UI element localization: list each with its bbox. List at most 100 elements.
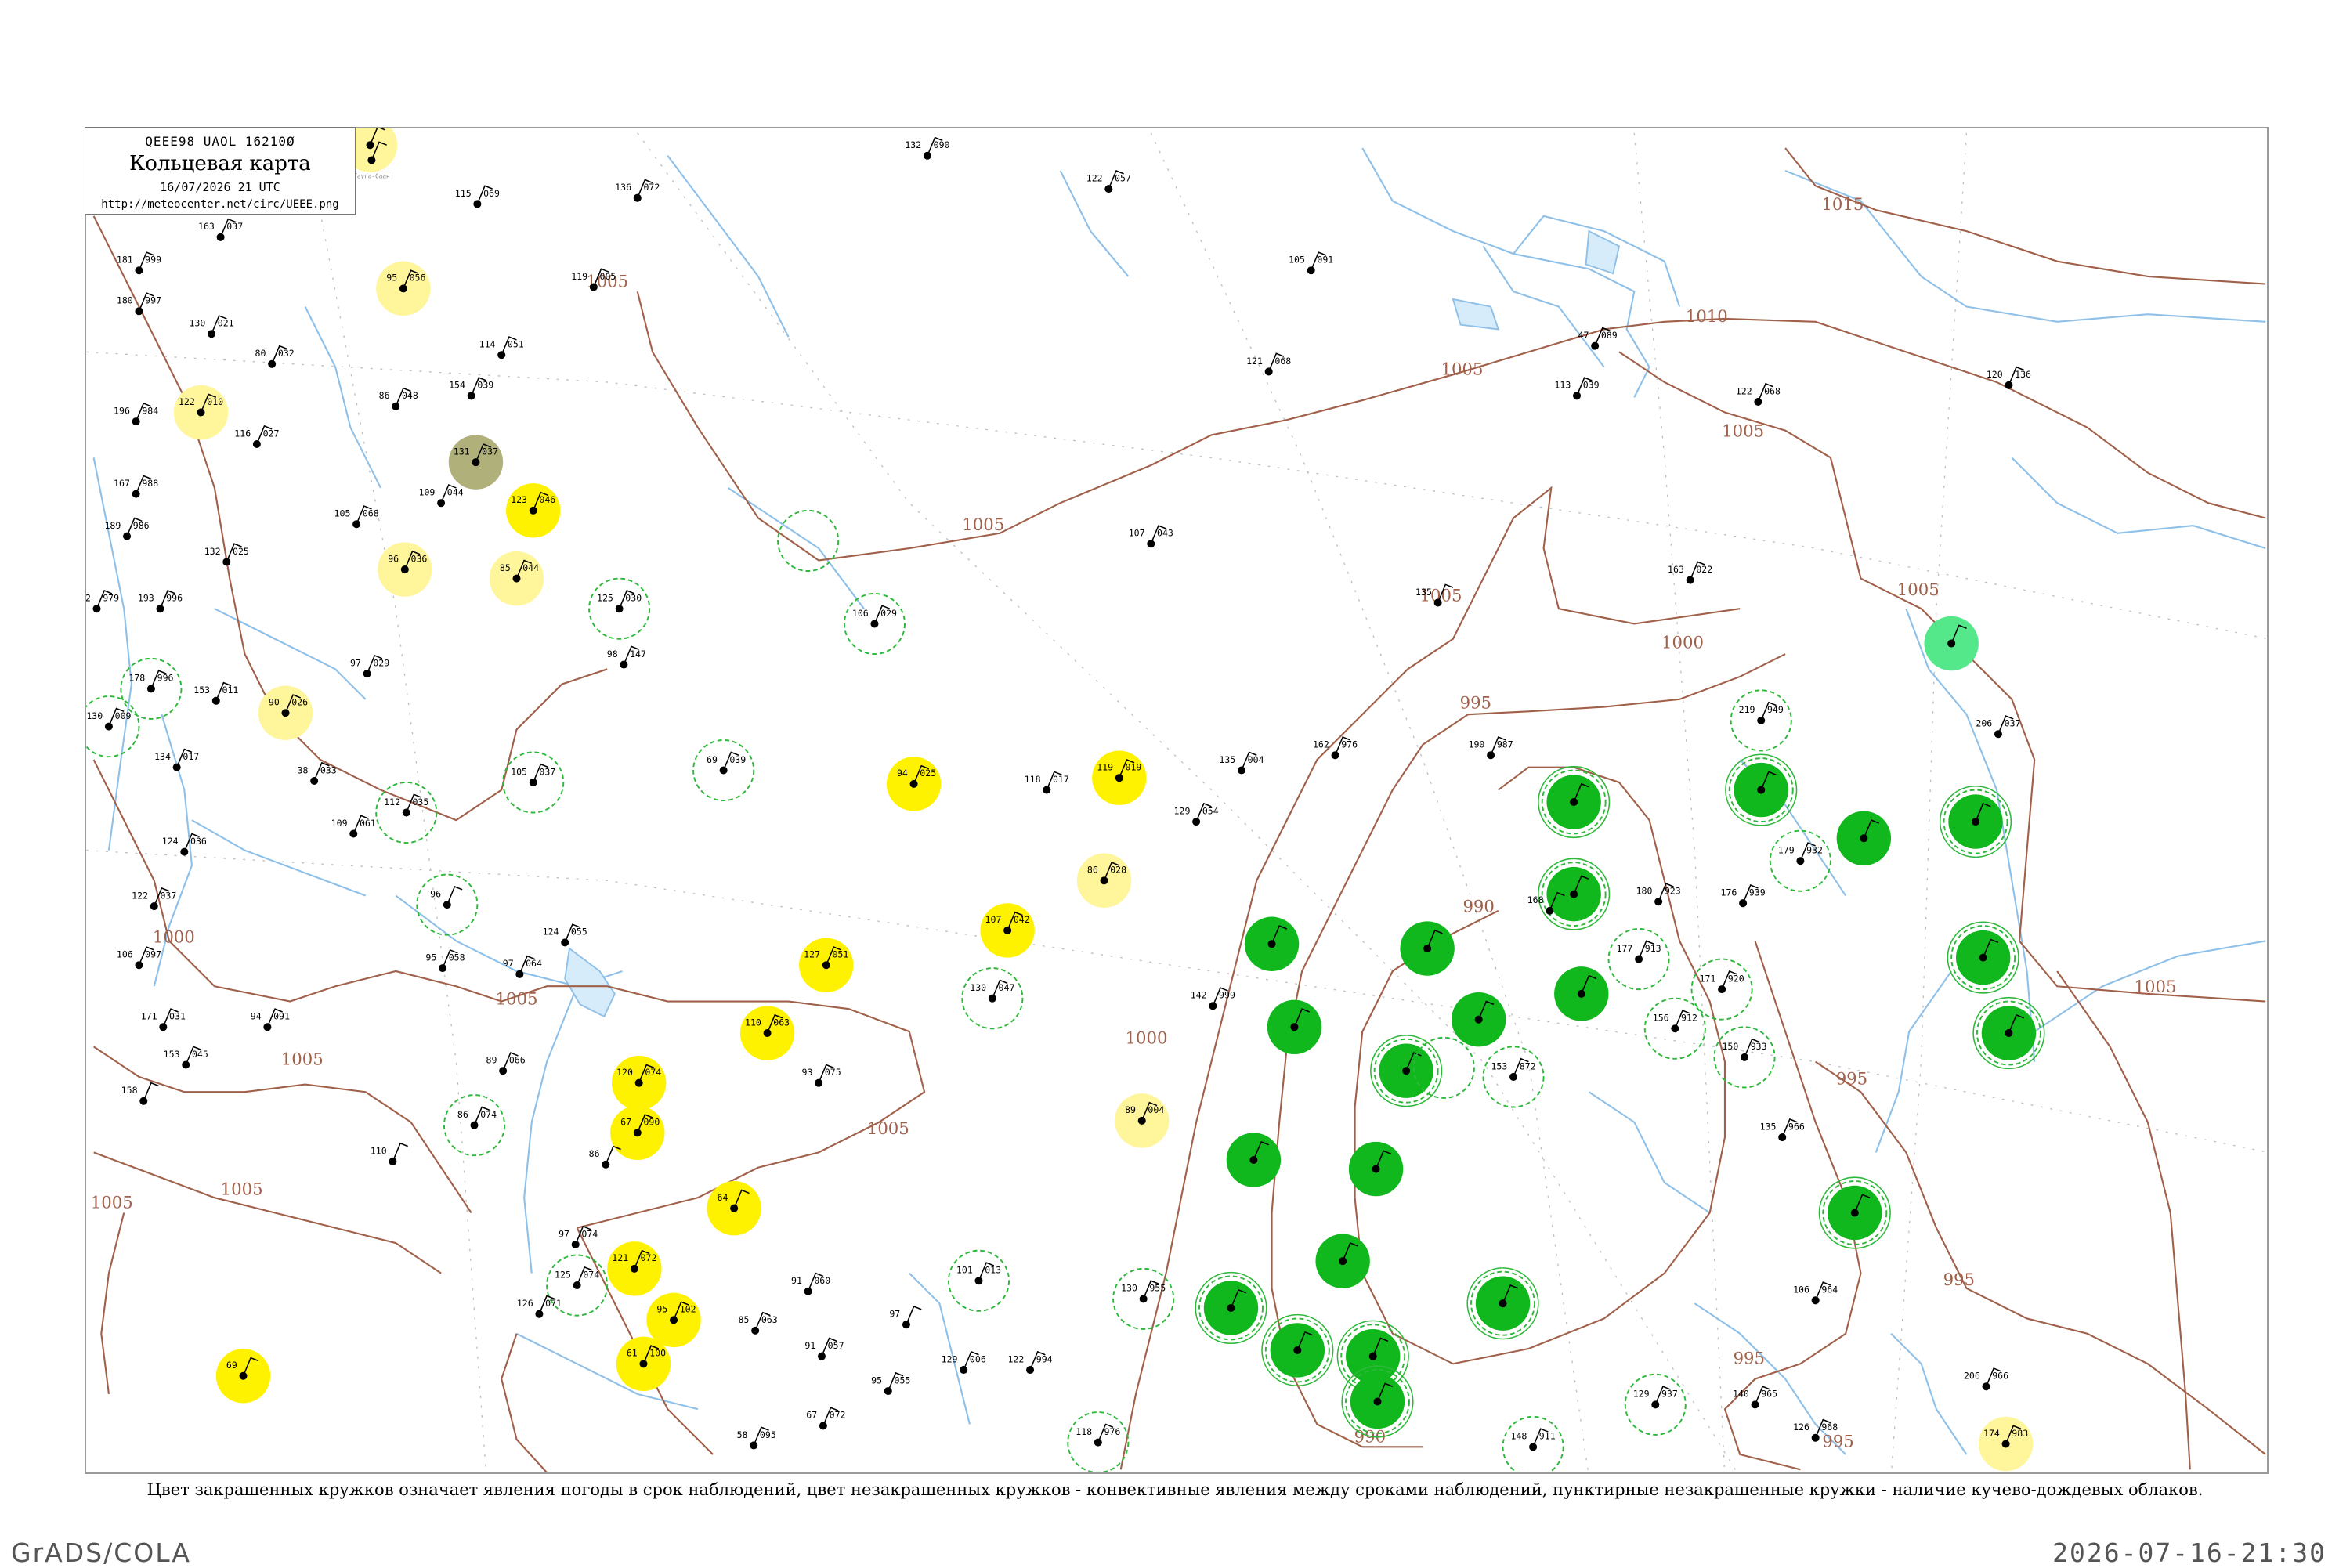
station-plain[interactable]: 190 987 xyxy=(1469,736,1513,760)
station-ring_dashed[interactable]: 130 009 xyxy=(86,695,140,758)
station-yellow[interactable]: 64 xyxy=(707,1180,761,1236)
station-plain[interactable]: 126 071 xyxy=(517,1295,562,1318)
station-plain[interactable]: 67 072 xyxy=(806,1407,845,1430)
station-plain[interactable]: 91 060 xyxy=(791,1272,830,1295)
station-plain[interactable]: 193 996 xyxy=(138,590,183,613)
station-plain[interactable]: 132 090 xyxy=(905,136,950,160)
station-plain[interactable]: 98 147 xyxy=(607,645,646,669)
station-yellow[interactable]: 127 051 xyxy=(799,938,854,992)
station-ring_dashed[interactable]: 106 029 xyxy=(843,592,906,655)
station-light_yellow[interactable]: 85 044 xyxy=(489,551,544,606)
station-ring_dashed[interactable]: 156 912 xyxy=(1643,997,1706,1060)
station-plain[interactable]: 58 095 xyxy=(737,1426,776,1450)
station-plain[interactable]: 118 017 xyxy=(1025,771,1069,794)
station-plain[interactable]: 124 055 xyxy=(543,923,588,947)
station-ring_dashed[interactable]: 118 976 xyxy=(1067,1411,1130,1472)
station-green[interactable] xyxy=(1451,992,1506,1047)
station-ring_dashed[interactable]: 86 074 xyxy=(443,1094,506,1157)
station-plain[interactable]: 162 976 xyxy=(1313,736,1358,760)
station-plain[interactable]: 140 965 xyxy=(1733,1386,1777,1409)
station-plain[interactable]: 132 025 xyxy=(204,543,249,566)
station-ring_dashed[interactable]: 105 037 xyxy=(502,751,565,814)
station-plain[interactable]: 134 017 xyxy=(154,748,199,771)
station-plain[interactable]: 94 091 xyxy=(251,1008,290,1031)
station-plain[interactable]: 91 057 xyxy=(804,1337,844,1360)
station-plain[interactable]: 97 029 xyxy=(350,654,389,678)
station-plain[interactable]: 189 986 xyxy=(104,517,150,540)
station-plain[interactable]: 135 004 xyxy=(1219,751,1264,775)
station-light_yellow[interactable]: 89 004 xyxy=(1115,1093,1170,1148)
station-ring_dashed[interactable]: 148 911 xyxy=(1502,1415,1564,1474)
station-plain[interactable]: 196 984 xyxy=(114,402,158,426)
station-plain[interactable]: 121 068 xyxy=(1246,352,1291,376)
station-plain[interactable]: 109 061 xyxy=(331,815,376,838)
station-ring_green[interactable] xyxy=(1972,996,2045,1070)
station-plain[interactable]: 86 xyxy=(589,1145,621,1169)
station-olive[interactable]: 131 037 xyxy=(448,435,504,490)
station-plain[interactable]: 206 966 xyxy=(1964,1367,2008,1391)
station-plain[interactable]: 180 923 xyxy=(1636,883,1681,906)
station-ring_dashed[interactable]: 171 920 xyxy=(1690,958,1753,1021)
station-ring_green[interactable] xyxy=(1195,1271,1267,1345)
station-plain[interactable]: 181 999 xyxy=(117,251,161,275)
source-url[interactable]: http://meteocenter.net/circ/UEEE.png xyxy=(85,198,355,211)
station-plain[interactable]: 163 022 xyxy=(1668,561,1712,584)
station-ring_dashed[interactable]: 101 013 xyxy=(947,1249,1010,1312)
station-plain[interactable]: 122 057 xyxy=(1086,169,1131,193)
station-yellow[interactable]: 123 046 xyxy=(506,483,561,538)
station-yellow[interactable]: 61 100 xyxy=(616,1336,671,1392)
station-plain[interactable]: 167 988 xyxy=(114,475,158,498)
station-ring_green[interactable] xyxy=(1466,1267,1539,1340)
station-plain[interactable]: 113 039 xyxy=(1554,377,1600,400)
station-plain[interactable]: 116 027 xyxy=(234,425,279,449)
weather-map[interactable]: 1015101010051005100510051005 100510009959… xyxy=(86,128,2269,1474)
station-ring_green[interactable] xyxy=(1725,753,1798,826)
station-light_green[interactable] xyxy=(1924,616,1979,671)
station-light_yellow[interactable]: 122 010 xyxy=(173,385,229,440)
station-ring_green[interactable] xyxy=(1261,1313,1334,1387)
station-green[interactable] xyxy=(1315,1234,1370,1288)
station-plain[interactable]: 129 006 xyxy=(942,1350,986,1375)
station-plain[interactable]: 109 044 xyxy=(419,484,464,508)
station-yellow[interactable]: 107 042 xyxy=(980,903,1035,958)
station-ring_dashed[interactable]: 130 047 xyxy=(961,967,1024,1030)
station-plain[interactable]: 97 xyxy=(889,1306,922,1329)
station-plain[interactable]: 105 091 xyxy=(1289,251,1333,275)
station-green[interactable] xyxy=(1554,966,1609,1021)
station-ring_dashed[interactable]: 177 913 xyxy=(1607,928,1670,991)
station-ring_dashed[interactable]: 179 932 xyxy=(1769,829,1831,892)
station-yellow[interactable]: 121 072 xyxy=(607,1241,662,1296)
station-plain[interactable]: 180 997 xyxy=(117,292,161,316)
station-plain[interactable]: 192 979 xyxy=(86,590,119,613)
station-plain[interactable]: 105 068 xyxy=(334,505,379,529)
station-ring_dashed[interactable]: 69 039 xyxy=(692,739,755,802)
station-yellow[interactable]: 94 025 xyxy=(886,757,942,811)
station-plain[interactable]: 122 994 xyxy=(1007,1350,1053,1375)
station-yellow[interactable]: 69 xyxy=(215,1349,271,1404)
station-plain[interactable]: 129 054 xyxy=(1174,802,1219,826)
station-plain[interactable]: 171 031 xyxy=(141,1008,186,1031)
station-green[interactable] xyxy=(1348,1141,1404,1197)
station-ring_green[interactable] xyxy=(1947,921,2019,994)
station-plain[interactable]: 153 011 xyxy=(193,681,238,705)
station-plain[interactable]: 163 037 xyxy=(198,218,243,241)
station-ring_dashed[interactable]: 219 949 xyxy=(1730,689,1792,752)
station-plain[interactable]: 107 043 xyxy=(1129,525,1173,548)
station-plain[interactable]: 80 032 xyxy=(255,345,295,368)
station-plain[interactable]: 97 064 xyxy=(503,955,542,978)
station-yellow[interactable]: 119 019 xyxy=(1092,750,1147,805)
station-green[interactable] xyxy=(1226,1133,1282,1187)
station-plain[interactable]: 130 021 xyxy=(189,315,234,338)
station-ring_green[interactable] xyxy=(1939,785,2012,858)
station-plain[interactable]: 206 037 xyxy=(1976,715,2021,739)
station-green[interactable] xyxy=(1400,921,1455,976)
station-plain[interactable]: 142 999 xyxy=(1191,987,1235,1010)
station-light_yellow[interactable]: 95 056 xyxy=(376,261,431,316)
station-plain[interactable]: 93 075 xyxy=(801,1064,841,1087)
station-plain[interactable]: 106 964 xyxy=(1793,1281,1838,1305)
station-plain[interactable]: 154 039 xyxy=(449,377,494,400)
station-plain[interactable]: 153 045 xyxy=(164,1046,208,1069)
station-green[interactable] xyxy=(1836,811,1892,865)
station-ring_green[interactable] xyxy=(1538,858,1611,930)
station-light_yellow[interactable]: 96 036 xyxy=(378,542,432,597)
